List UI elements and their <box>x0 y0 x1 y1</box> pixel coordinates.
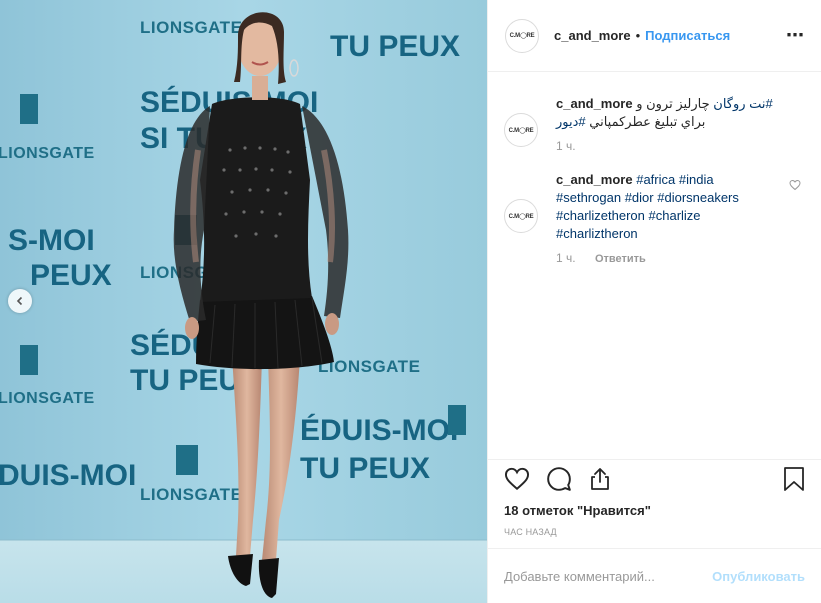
hashtag-link[interactable]: #charlize <box>649 208 701 223</box>
chevron-left-icon <box>16 296 23 306</box>
heart-icon <box>504 467 530 491</box>
publish-button[interactable]: Опубликовать <box>712 569 805 584</box>
hashtag-link[interactable]: #india <box>679 172 714 187</box>
hashtag-link[interactable]: #نت روگان <box>713 96 772 111</box>
bookmark-icon <box>784 467 804 491</box>
separator-dot: • <box>635 28 641 43</box>
avatar[interactable]: C.M◯RE <box>504 199 538 233</box>
like-button[interactable] <box>504 466 530 492</box>
comment-bubble-icon <box>547 467 571 491</box>
like-comment-heart-icon[interactable] <box>789 179 801 191</box>
post-header: C.M◯RE c_and_more • Подписаться ⋯ <box>488 0 821 72</box>
post-side-panel: C.M◯RE c_and_more • Подписаться ⋯ C.M◯RE… <box>487 0 821 603</box>
hashtag-link[interactable]: #africa <box>636 172 675 187</box>
comment-input[interactable]: Добавьте комментарий... <box>504 569 655 584</box>
hashtag-link[interactable]: #charliztheron <box>556 226 638 241</box>
save-button[interactable] <box>783 466 805 492</box>
post-photo[interactable]: LIONSGATE LIONSGATE LIONSGATE LIONSGATE … <box>0 0 487 603</box>
wall-slogan: ÉDUIS-MOI <box>300 413 458 447</box>
post-actions: 18 отметок "Нравится" ЧАС НАЗАД <box>488 459 821 537</box>
avatar-logo-text: C.M◯RE <box>509 33 535 39</box>
avatar[interactable]: C.M◯RE <box>504 113 538 147</box>
previous-image-button[interactable] <box>8 289 32 313</box>
wall-logo: LIONSGATE <box>0 145 95 162</box>
comments-list[interactable]: C.M◯RE c_and_more #نت روگان چارلیز ترون … <box>488 73 821 459</box>
wall-logo: LIONSGATE <box>140 18 242 37</box>
post-timestamp[interactable]: ЧАС НАЗАД <box>504 527 805 537</box>
add-comment-bar: Добавьте комментарий... Опубликовать <box>488 548 821 603</box>
wall-slogan: TU PEUX <box>330 30 460 63</box>
more-options-icon[interactable]: ⋯ <box>786 25 805 46</box>
press-wall-background: LIONSGATE LIONSGATE LIONSGATE LIONSGATE … <box>0 0 487 603</box>
comment-meta: 1 ч. <box>556 139 805 153</box>
likes-count[interactable]: 18 отметок "Нравится" <box>504 503 805 518</box>
comment-button[interactable] <box>546 466 572 492</box>
follow-button[interactable]: Подписаться <box>645 28 730 43</box>
avatar[interactable]: C.M◯RE <box>505 18 539 53</box>
comment-text: c_and_more #africa #india #sethrogan #di… <box>556 171 786 243</box>
avatar-logo-text: C.M◯RE <box>508 127 534 134</box>
wall-slogan: PEUX <box>30 259 112 292</box>
comment-time[interactable]: 1 ч. <box>556 139 576 153</box>
share-icon <box>591 468 609 490</box>
wall-slogan: TU PEUX <box>300 452 430 485</box>
wall-logo: LIONSGATE <box>140 485 242 504</box>
comment-text-part: براي تبليغ عطركمپاني <box>585 114 706 129</box>
reply-button[interactable]: Ответить <box>595 253 646 265</box>
hashtag-link[interactable]: #charlizetheron <box>556 208 645 223</box>
username-link[interactable]: c_and_more <box>554 28 631 43</box>
hashtag-link[interactable]: #dior <box>625 190 654 205</box>
share-button[interactable] <box>588 466 612 492</box>
comment-time[interactable]: 1 ч. <box>556 251 576 265</box>
hashtag-link[interactable]: #ديور <box>556 114 586 129</box>
wall-slogan: DUIS-MOI <box>0 459 136 492</box>
caption-comment: C.M◯RE c_and_more #نت روگان چارلیز ترون … <box>504 95 805 153</box>
wall-slogan: S-MOI <box>8 224 95 257</box>
avatar-logo-text: C.M◯RE <box>508 213 534 220</box>
comment-username[interactable]: c_and_more <box>556 172 633 187</box>
comment-text: c_and_more #نت روگان چارلیز ترون و براي … <box>556 95 786 131</box>
hashtag-link[interactable]: #sethrogan <box>556 190 621 205</box>
wall-logo: LIONSGATE <box>0 390 95 407</box>
comment-meta: 1 ч. Ответить <box>556 251 805 265</box>
comment-username[interactable]: c_and_more <box>556 96 633 111</box>
action-icons-row <box>504 461 805 497</box>
comment-text-part: چارلیز ترون و <box>636 96 710 111</box>
hashtag-link[interactable]: #diorsneakers <box>657 190 739 205</box>
comment-item: C.M◯RE c_and_more #africa #india #sethro… <box>504 171 805 265</box>
